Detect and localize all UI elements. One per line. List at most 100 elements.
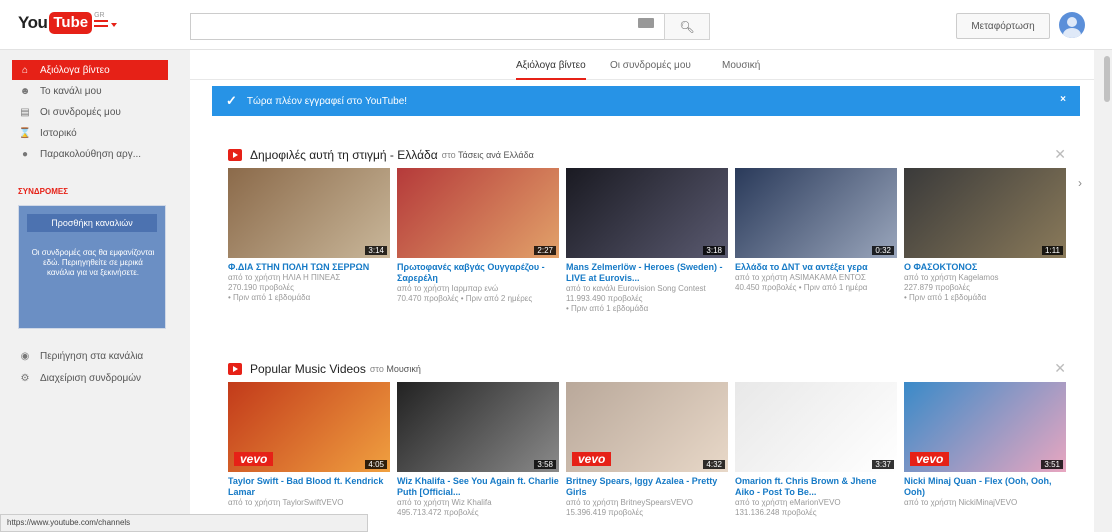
video-title[interactable]: Πρωτοφανές καβγάς Ουγγαρέζου - Σαρερέλη: [397, 262, 559, 284]
video-title[interactable]: Wiz Khalifa - See You Again ft. Charlie …: [397, 476, 559, 498]
video-title[interactable]: Φ.ΔΙΑ ΣΤΗΝ ΠΟΛΗ ΤΩΝ ΣΕΡΡΩΝ: [228, 262, 390, 273]
sidebar-item-label: Το κανάλι μου: [40, 85, 102, 97]
video-channel: από το χρήστη NickiMinajVEVO: [904, 498, 1018, 507]
subscriptions-icon: ▤: [20, 106, 30, 118]
subscriptions-promo-text: Οι συνδρομές σας θα εμφανίζονται εδώ. Πε…: [31, 248, 155, 277]
shelf-close-icon[interactable]: ✕: [1054, 360, 1066, 377]
sidebar-item-label: Διαχείριση συνδρομών: [40, 372, 142, 384]
video-channel: από το χρήστη TaylorSwiftVEVO: [228, 498, 344, 507]
video-card[interactable]: 3:18 Mans Zelmerlöw - Heroes (Sweden) - L…: [566, 168, 728, 314]
keyboard-icon[interactable]: [638, 18, 654, 28]
vevo-badge: vevo: [572, 452, 612, 466]
video-title[interactable]: Ελλάδα το ΔΝΤ να αντέξει γερα: [735, 262, 897, 273]
search-input[interactable]: [190, 13, 710, 40]
sidebar-item-featured[interactable]: ⌂ Αξιόλογα βίντεο: [12, 60, 168, 80]
vevo-badge: vevo: [910, 452, 950, 466]
tab-music[interactable]: Μουσική: [722, 60, 760, 80]
video-card[interactable]: vevo 4:32 Britney Spears, Iggy Azalea - Pr…: [566, 382, 728, 518]
shelf-channel-link[interactable]: Μουσική: [386, 364, 420, 374]
guide-menu-icon[interactable]: [94, 17, 117, 33]
sidebar-item-label: Αξιόλογα βίντεο: [40, 64, 110, 76]
sidebar-item-watch-later[interactable]: ● Παρακολούθηση αργ...: [12, 144, 168, 164]
video-views: 227.879 προβολές: [904, 283, 970, 292]
close-icon[interactable]: ×: [1060, 94, 1066, 105]
video-views: 11.993.490 προβολές: [566, 294, 643, 303]
video-age: • Πριν από 1 εβδομάδα: [904, 293, 987, 302]
avatar[interactable]: [1059, 12, 1085, 38]
search-button[interactable]: 🔍︎: [664, 13, 710, 40]
video-title[interactable]: Taylor Swift - Bad Blood ft. Kendrick La…: [228, 476, 390, 498]
video-views: 70.470 προβολές • Πριν από 2 ημέρες: [397, 294, 533, 303]
video-thumbnail[interactable]: 3:37: [735, 382, 897, 472]
upload-button[interactable]: Μεταφόρτωση: [956, 13, 1050, 39]
main-content: Αξιόλογα βίντεο Οι συνδρομές μου Μουσική…: [190, 50, 1094, 532]
next-arrow-icon[interactable]: ›: [1078, 176, 1082, 190]
video-row: vevo 4:05 Taylor Swift - Bad Blood ft. Ken…: [228, 382, 1068, 532]
video-thumbnail[interactable]: 3:14: [228, 168, 390, 258]
sidebar-item-history[interactable]: ⌛ Ιστορικό: [12, 123, 168, 143]
video-duration: 2:27: [534, 246, 556, 255]
subscriptions-heading[interactable]: ΣΥΝΔΡΟΜΕΣ: [18, 187, 68, 196]
video-thumbnail[interactable]: 1:11: [904, 168, 1066, 258]
video-card[interactable]: vevo 3:51 Nicki Minaj Quan - Flex (Ooh, Oo…: [904, 382, 1066, 508]
video-card[interactable]: 0:32 Ελλάδα το ΔΝΤ να αντέξει γερα από το …: [735, 168, 897, 293]
video-card[interactable]: 3:14 Φ.ΔΙΑ ΣΤΗΝ ΠΟΛΗ ΤΩΝ ΣΕΡΡΩΝ από το χρή…: [228, 168, 390, 303]
video-thumbnail[interactable]: vevo 3:51: [904, 382, 1066, 472]
video-card[interactable]: 2:27 Πρωτοφανές καβγάς Ουγγαρέζου - Σαρερ…: [397, 168, 559, 304]
trending-icon: [228, 149, 242, 161]
add-channels-button[interactable]: Προσθήκη καναλιών: [27, 214, 157, 232]
video-views: 131.136.248 προβολές: [735, 508, 817, 517]
shelf-title[interactable]: Δημοφιλές αυτή τη στιγμή - Ελλάδα στο Τά…: [228, 146, 534, 164]
shelf-sub-prefix: στο: [369, 364, 384, 374]
tab-featured[interactable]: Αξιόλογα βίντεο: [516, 60, 586, 80]
video-views: 495.713.472 προβολές: [397, 508, 479, 517]
youtube-logo[interactable]: You Tube GR: [18, 12, 105, 34]
shelf-close-icon[interactable]: ✕: [1054, 146, 1066, 163]
signup-banner: ✓ Τώρα πλέον εγγραφεί στο YouTube! ×: [212, 86, 1080, 116]
video-card[interactable]: vevo 4:05 Taylor Swift - Bad Blood ft. Ken…: [228, 382, 390, 508]
page-scrollbar[interactable]: [1102, 50, 1112, 532]
video-title[interactable]: Britney Spears, Iggy Azalea - Pretty Gir…: [566, 476, 728, 498]
video-duration: 3:51: [1041, 460, 1063, 469]
video-duration: 3:37: [872, 460, 894, 469]
video-channel: από το κανάλι Eurovision Song Contest: [566, 284, 706, 293]
video-channel: από το χρήστη Wiz Khalifa: [397, 498, 492, 507]
video-card[interactable]: 1:11 Ο ΦΑΣΟΚΤΟΝΟΣ από το χρήστη Kagelamos 2…: [904, 168, 1066, 303]
check-icon: ✓: [226, 93, 237, 108]
video-thumbnail[interactable]: 3:18: [566, 168, 728, 258]
shelf-title[interactable]: Popular Music Videos στο Μουσική: [228, 360, 421, 378]
shelf-subtitle: στο Τάσεις ανά Ελλάδα: [442, 150, 534, 160]
masthead: You Tube GR 🔍︎ Μεταφόρτωση: [0, 0, 1112, 50]
video-age: • Πριν από 1 εβδομάδα: [228, 293, 311, 302]
shelf-trending: Δημοφιλές αυτή τη στιγμή - Ελλάδα στο Τά…: [212, 146, 1082, 336]
video-title[interactable]: Omarion ft. Chris Brown & Jhene Aiko - P…: [735, 476, 897, 498]
video-thumbnail[interactable]: vevo 4:05: [228, 382, 390, 472]
video-channel: από το χρήστη Kagelamos: [904, 273, 999, 282]
video-thumbnail[interactable]: 3:58: [397, 382, 559, 472]
sidebar-item-my-channel[interactable]: ☻ Το κανάλι μου: [12, 81, 168, 101]
video-title[interactable]: Ο ΦΑΣΟΚΤΟΝΟΣ: [904, 262, 1066, 273]
video-card[interactable]: 3:58 Wiz Khalifa - See You Again ft. Char…: [397, 382, 559, 518]
video-duration: 4:05: [365, 460, 387, 469]
video-card[interactable]: 3:37 Omarion ft. Chris Brown & Jhene Aiko…: [735, 382, 897, 518]
sidebar-item-label: Ιστορικό: [40, 127, 77, 139]
video-channel: από το χρήστη Ιαρμπαρ ενώ: [397, 284, 499, 293]
sidebar-item-subscriptions[interactable]: ▤ Οι συνδρομές μου: [12, 102, 168, 122]
shelf-title-text: Popular Music Videos: [250, 362, 366, 376]
scrollbar-thumb[interactable]: [1104, 56, 1110, 102]
video-views: 15.396.419 προβολές: [566, 508, 644, 517]
sidebar-item-browse-channels[interactable]: ◉ Περιήγηση στα κανάλια: [12, 346, 168, 366]
video-thumbnail[interactable]: 2:27: [397, 168, 559, 258]
video-row: 3:14 Φ.ΔΙΑ ΣΤΗΝ ΠΟΛΗ ΤΩΝ ΣΕΡΡΩΝ από το χρή…: [228, 168, 1068, 328]
video-thumbnail[interactable]: vevo 4:32: [566, 382, 728, 472]
shelf-channel-link[interactable]: Τάσεις ανά Ελλάδα: [458, 150, 534, 160]
video-title[interactable]: Nicki Minaj Quan - Flex (Ooh, Ooh, Ooh): [904, 476, 1066, 498]
video-thumbnail[interactable]: 0:32: [735, 168, 897, 258]
music-icon: [228, 363, 242, 375]
video-duration: 0:32: [872, 246, 894, 255]
video-title[interactable]: Mans Zelmerlöw - Heroes (Sweden) - LIVE …: [566, 262, 728, 284]
video-channel: από το χρήστη ΗΛΙΑ Η ΠΙΝΕΑΣ: [228, 273, 341, 282]
tab-subscriptions[interactable]: Οι συνδρομές μου: [610, 60, 691, 80]
video-channel: από το χρήστη ASIMAKAMA ΕΝΤΟΣ: [735, 273, 866, 282]
sidebar-item-manage-subscriptions[interactable]: ⚙ Διαχείριση συνδρομών: [12, 368, 168, 388]
